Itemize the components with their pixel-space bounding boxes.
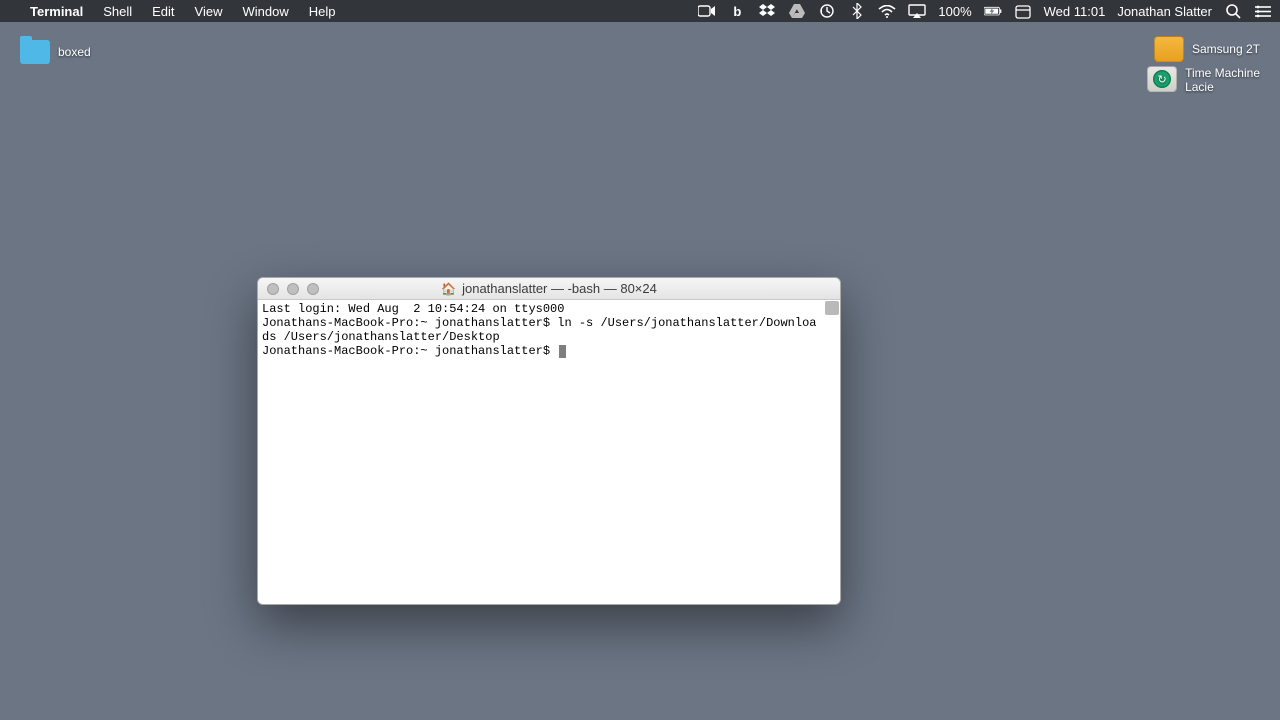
spotlight-icon[interactable] xyxy=(1224,2,1242,20)
bluetooth-icon[interactable] xyxy=(848,2,866,20)
time-machine-icon[interactable] xyxy=(818,2,836,20)
battery-percent[interactable]: 100% xyxy=(938,4,971,19)
terminal-window[interactable]: 🏠 jonathanslatter — -bash — 80×24 Last l… xyxy=(257,277,841,605)
app-menu[interactable]: Terminal xyxy=(20,4,93,19)
wifi-icon[interactable] xyxy=(878,2,896,20)
menu-help[interactable]: Help xyxy=(299,4,346,19)
folder-label: boxed xyxy=(58,45,91,59)
close-button[interactable] xyxy=(267,283,279,295)
notification-center-icon[interactable] xyxy=(1254,2,1272,20)
menu-edit[interactable]: Edit xyxy=(142,4,184,19)
desktop-drive-samsung[interactable]: Samsung 2T xyxy=(1154,36,1260,62)
airplay-icon[interactable] xyxy=(908,2,926,20)
google-drive-icon[interactable] xyxy=(788,2,806,20)
desktop-drive-timemachine[interactable]: ↻ Time MachineLacie xyxy=(1147,66,1260,95)
date-icon[interactable] xyxy=(1014,2,1032,20)
minimize-button[interactable] xyxy=(287,283,299,295)
cursor xyxy=(559,345,566,358)
facetime-icon[interactable] xyxy=(698,2,716,20)
menu-view[interactable]: View xyxy=(185,4,233,19)
dropbox-icon[interactable] xyxy=(758,2,776,20)
window-title: jonathanslatter — -bash — 80×24 xyxy=(462,281,657,296)
folder-icon xyxy=(20,40,50,64)
external-drive-icon xyxy=(1154,36,1184,62)
terminal-body[interactable]: Last login: Wed Aug 2 10:54:24 on ttys00… xyxy=(258,300,840,604)
window-titlebar[interactable]: 🏠 jonathanslatter — -bash — 80×24 xyxy=(258,278,840,300)
battery-icon[interactable] xyxy=(984,2,1002,20)
menubar: Terminal Shell Edit View Window Help b 1… xyxy=(0,0,1280,22)
clock[interactable]: Wed 11:01 xyxy=(1044,4,1106,19)
drive-label: Samsung 2T xyxy=(1192,42,1260,56)
app-icon-b[interactable]: b xyxy=(728,2,746,20)
scroll-thumb[interactable] xyxy=(825,301,839,315)
home-icon: 🏠 xyxy=(441,282,456,296)
drive-label: Time MachineLacie xyxy=(1185,66,1260,95)
menu-window[interactable]: Window xyxy=(233,4,299,19)
menu-shell[interactable]: Shell xyxy=(93,4,142,19)
user-name[interactable]: Jonathan Slatter xyxy=(1117,4,1212,19)
terminal-output[interactable]: Last login: Wed Aug 2 10:54:24 on ttys00… xyxy=(262,302,822,358)
scrollbar[interactable] xyxy=(824,300,840,604)
desktop-folder-boxed[interactable]: boxed xyxy=(20,40,91,64)
zoom-button[interactable] xyxy=(307,283,319,295)
time-machine-drive-icon: ↻ xyxy=(1147,66,1177,92)
